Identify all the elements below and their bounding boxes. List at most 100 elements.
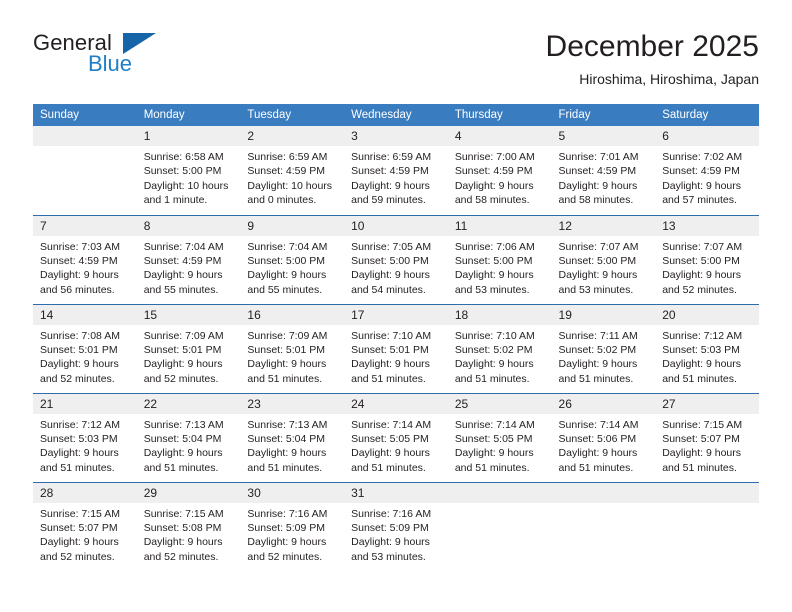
day-details: Sunrise: 6:59 AM Sunset: 4:59 PM Daylight:… [344,146,448,208]
day-detail-line: Sunrise: 6:59 AM [351,151,432,163]
day-detail-line: Sunset: 5:03 PM [40,432,118,445]
day-detail-line: Sunrise: 7:10 AM [351,329,432,342]
calendar-container: Sunday Monday Tuesday Wednesday Thursday Frid… [33,104,759,571]
day-cell-30[interactable]: 30 Sunrise: 7:16 AM Sunset: 5:09 PM Dayligh… [240,481,345,571]
day-cell-21[interactable]: 21 Sunrise: 7:12 AM Sunset: 5:03 PM Dayligh… [33,392,137,482]
day-cell-10[interactable]: 10 Sunrise: 7:05 AM Sunset: 5:00 PM Dayligh… [344,214,448,304]
day-cell-19[interactable]: 19 Sunrise: 7:11 AM Sunset: 5:02 PM Dayligh… [551,303,656,393]
day-cell-28[interactable]: 28 Sunrise: 7:15 AM Sunset: 5:07 PM Dayligh… [33,481,137,571]
general-blue-logo[interactable]: General Blue [33,30,243,92]
day-cell-29[interactable]: 29 Sunrise: 7:15 AM Sunset: 5:08 PM Dayligh… [136,481,241,571]
day-detail-line: and 55 minutes. [247,283,323,296]
day-detail-line: and 59 minutes. [351,194,426,207]
day-detail-line: Sunrise: 7:15 AM [40,507,120,520]
day-cell-22[interactable]: 22 Sunrise: 7:13 AM Sunset: 5:04 PM Dayligh… [136,392,241,482]
day-cell-5[interactable]: 5 Sunrise: 7:01 AM Sunset: 4:59 PM Daylight… [551,126,656,215]
day-details: Sunrise: 7:04 AM Sunset: 5:00 PM Daylight:… [240,236,344,298]
day-detail-line: Daylight: 9 hours [247,447,327,460]
day-details [655,503,759,507]
day-detail-line: Sunset: 5:01 PM [247,343,326,356]
day-details: Sunrise: 7:04 AM Sunset: 4:59 PM Daylight:… [137,236,241,298]
day-cell-6[interactable]: 6 Sunrise: 7:02 AM Sunset: 4:59 PM Daylight… [655,126,759,215]
day-detail-line: and 51 minutes. [40,461,115,474]
day-cell-8[interactable]: 8 Sunrise: 7:04 AM Sunset: 4:59 PM Daylight… [136,214,241,304]
day-detail-line: Daylight: 9 hours [662,179,742,192]
day-detail-line: Sunrise: 7:14 AM [558,418,639,431]
day-detail-line: Sunrise: 7:07 AM [558,240,639,253]
day-cell-15[interactable]: 15 Sunrise: 7:09 AM Sunset: 5:01 PM Dayligh… [136,303,241,393]
day-detail-line: and 58 minutes. [558,194,634,207]
day-detail-line: Sunset: 5:07 PM [662,432,740,445]
day-cell-7[interactable]: 7 Sunrise: 7:03 AM Sunset: 4:59 PM Daylight… [33,214,137,304]
day-detail-line: Daylight: 9 hours [40,536,119,549]
calendar-header-row: Sunday Monday Tuesday Wednesday Thursday Frid… [33,104,759,126]
day-cell-17[interactable]: 17 Sunrise: 7:10 AM Sunset: 5:01 PM Dayligh… [344,303,448,393]
day-cell-26[interactable]: 26 Sunrise: 7:14 AM Sunset: 5:06 PM Dayligh… [551,392,656,482]
day-cell-25[interactable]: 25 Sunrise: 7:14 AM Sunset: 5:05 PM Dayligh… [447,392,552,482]
day-number: 30 [240,482,345,503]
day-cell-23[interactable]: 23 Sunrise: 7:13 AM Sunset: 5:04 PM Dayligh… [240,392,345,482]
day-details: Sunrise: 7:16 AM Sunset: 5:09 PM Daylight:… [344,503,448,565]
day-cell-27[interactable]: 27 Sunrise: 7:15 AM Sunset: 5:07 PM Dayligh… [655,392,759,482]
day-detail-line: Sunset: 5:00 PM [662,254,740,267]
day-detail-line: Sunrise: 7:10 AM [454,329,535,342]
day-detail-line: Daylight: 9 hours [558,179,638,192]
day-number: 7 [33,215,137,236]
day-details: Sunrise: 7:10 AM Sunset: 5:01 PM Daylight:… [344,325,448,387]
day-detail-line: Sunrise: 7:09 AM [143,329,224,342]
day-detail-line: Sunrise: 7:12 AM [662,329,743,342]
day-cell-14[interactable]: 14 Sunrise: 7:08 AM Sunset: 5:01 PM Dayligh… [33,303,137,393]
day-detail-line: Daylight: 9 hours [143,358,223,371]
day-detail-line: Daylight: 9 hours [247,269,327,282]
calendar-week-row: 21 Sunrise: 7:12 AM Sunset: 5:03 PM Dayligh… [33,392,759,482]
day-details: Sunrise: 7:00 AM Sunset: 4:59 PM Daylight:… [448,146,552,208]
day-detail-line: and 51 minutes. [247,461,323,474]
day-detail-line: and 52 minutes. [143,372,219,385]
day-number: 10 [344,215,448,236]
day-number [447,482,552,503]
day-detail-line: and 53 minutes. [558,283,634,296]
day-number: 25 [447,393,552,414]
day-cell-1[interactable]: 1 Sunrise: 6:58 AM Sunset: 5:00 PM Daylight… [136,126,241,215]
day-detail-line: Sunset: 4:59 PM [351,165,429,178]
day-cell-20[interactable]: 20 Sunrise: 7:12 AM Sunset: 5:03 PM Dayligh… [655,303,759,393]
day-detail-line: and 1 minute. [143,194,208,207]
weekday-header-friday: Friday [551,104,656,126]
day-number: 15 [136,304,241,325]
day-details: Sunrise: 7:15 AM Sunset: 5:07 PM Daylight:… [655,414,759,476]
day-detail-line: Sunset: 4:59 PM [662,165,740,178]
day-detail-line: Sunrise: 7:08 AM [40,329,120,342]
day-cell-11[interactable]: 11 Sunrise: 7:06 AM Sunset: 5:00 PM Dayligh… [447,214,552,304]
weekday-header-monday: Monday [136,104,241,126]
day-detail-line: Sunrise: 7:14 AM [351,418,432,431]
day-number: 19 [551,304,656,325]
calendar-week-row: 28 Sunrise: 7:15 AM Sunset: 5:07 PM Dayligh… [33,481,759,571]
day-cell-18[interactable]: 18 Sunrise: 7:10 AM Sunset: 5:02 PM Dayligh… [447,303,552,393]
day-cell-12[interactable]: 12 Sunrise: 7:07 AM Sunset: 5:00 PM Dayligh… [551,214,656,304]
weekday-header-tuesday: Tuesday [240,104,345,126]
day-cell-13[interactable]: 13 Sunrise: 7:07 AM Sunset: 5:00 PM Dayligh… [655,214,759,304]
day-number [551,482,656,503]
day-detail-line: Sunrise: 7:16 AM [351,507,432,520]
day-detail-line: and 52 minutes. [247,550,323,563]
day-number: 4 [447,126,552,146]
day-detail-line: Sunrise: 7:16 AM [247,507,328,520]
day-cell-4[interactable]: 4 Sunrise: 7:00 AM Sunset: 4:59 PM Daylight… [447,126,552,215]
day-cell-31[interactable]: 31 Sunrise: 7:16 AM Sunset: 5:09 PM Dayligh… [344,481,448,571]
day-cell-16[interactable]: 16 Sunrise: 7:09 AM Sunset: 5:01 PM Dayligh… [240,303,345,393]
day-detail-line: Daylight: 9 hours [558,447,638,460]
day-cell-24[interactable]: 24 Sunrise: 7:14 AM Sunset: 5:05 PM Dayligh… [344,392,448,482]
day-cell-2[interactable]: 2 Sunrise: 6:59 AM Sunset: 4:59 PM Daylight… [240,126,345,215]
day-detail-line: Sunset: 4:59 PM [247,165,326,178]
day-detail-line: Sunset: 5:01 PM [143,343,222,356]
day-detail-line: Sunrise: 7:02 AM [662,151,743,163]
day-cell-9[interactable]: 9 Sunrise: 7:04 AM Sunset: 5:00 PM Daylight… [240,214,345,304]
day-number: 24 [344,393,448,414]
day-detail-line: Daylight: 9 hours [40,447,119,460]
day-details: Sunrise: 7:12 AM Sunset: 5:03 PM Daylight:… [33,414,137,476]
day-number: 17 [344,304,448,325]
day-details: Sunrise: 7:02 AM Sunset: 4:59 PM Daylight:… [655,146,759,208]
day-detail-line: Sunrise: 7:12 AM [40,418,120,431]
day-detail-line: and 52 minutes. [40,372,115,385]
day-cell-3[interactable]: 3 Sunrise: 6:59 AM Sunset: 4:59 PM Daylight… [344,126,448,215]
